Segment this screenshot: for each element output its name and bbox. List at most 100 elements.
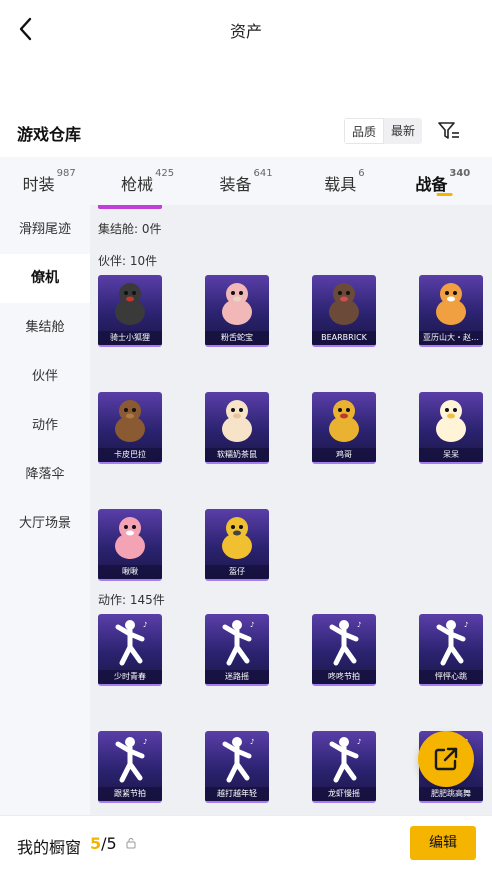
item-name: BEARBRICK	[312, 331, 376, 345]
item-name: 亚历山大・赵…	[419, 331, 483, 345]
pink-snake-icon	[205, 275, 269, 331]
item-card[interactable]: ♪ 少时青春	[98, 614, 162, 686]
item-name: 啾啾	[98, 565, 162, 579]
edit-button[interactable]: 编辑	[410, 826, 476, 860]
item-name: 迷路摇	[205, 670, 269, 684]
svg-text:♪: ♪	[250, 738, 254, 746]
item-card[interactable]: 呆呆	[419, 392, 483, 464]
sidebar-item-wingman[interactable]: 僚机	[0, 254, 90, 303]
lock-icon	[126, 838, 136, 849]
group-label-pod: 集结舱: 0件	[98, 222, 162, 236]
tab-label: 载具	[324, 175, 357, 194]
dance-pose-icon: ♪	[419, 614, 483, 670]
item-card[interactable]: 盔仔	[205, 509, 269, 581]
hamster-icon	[205, 392, 269, 448]
tab-count: 425	[155, 168, 175, 179]
dance-pose-icon: ♪	[98, 731, 162, 787]
active-tab-indicator	[436, 193, 453, 196]
sort-latest-button[interactable]: 最新	[384, 118, 422, 144]
item-card[interactable]: 粉舌蛇宝	[205, 275, 269, 347]
item-name: 龙虾慢摇	[312, 787, 376, 801]
item-name: 盔仔	[205, 565, 269, 579]
external-share-icon	[434, 747, 458, 771]
sidebar-item-action[interactable]: 动作	[0, 401, 90, 450]
item-name: 少时青春	[98, 670, 162, 684]
tab-vehicles[interactable]: 载具6	[295, 157, 393, 205]
item-card[interactable]: ♪ 迷路摇	[205, 614, 269, 686]
tab-count: 641	[253, 168, 273, 179]
item-card[interactable]: BEARBRICK	[312, 275, 376, 347]
item-card[interactable]: 卡皮巴拉	[98, 392, 162, 464]
sort-toggle: 品质 最新	[344, 118, 423, 144]
tab-count: 6	[358, 168, 365, 179]
previous-card-edge	[98, 205, 162, 209]
tab-fashion[interactable]: 时装987	[0, 157, 98, 205]
tab-label: 装备	[219, 175, 252, 194]
dance-pose-icon: ♪	[98, 614, 162, 670]
share-button[interactable]	[418, 731, 474, 787]
tiger-icon	[419, 275, 483, 331]
tab-label: 枪械	[121, 175, 154, 194]
showcase-current: 5	[90, 834, 102, 853]
tab-equipment[interactable]: 装备641	[197, 157, 295, 205]
item-card[interactable]: 亚历山大・赵…	[419, 275, 483, 347]
sidebar-item-parachute[interactable]: 降落伞	[0, 450, 90, 499]
item-name: 跟紧节拍	[98, 787, 162, 801]
item-card[interactable]: ♪ 怦怦心跳	[419, 614, 483, 686]
helmet-duck-icon	[205, 509, 269, 565]
item-name: 粉舌蛇宝	[205, 331, 269, 345]
bearbrick-icon	[312, 275, 376, 331]
bottom-bar: 我的橱窗 5/5 编辑	[0, 815, 492, 871]
sidebar-item-glide-trail[interactable]: 滑翔尾迹	[0, 205, 90, 254]
sidebar-item-partner[interactable]: 伙伴	[0, 352, 90, 401]
svg-text:♪: ♪	[143, 621, 147, 629]
showcase-total: 5	[106, 834, 117, 853]
chick-icon	[419, 392, 483, 448]
dance-pose-icon: ♪	[312, 731, 376, 787]
item-name: 呆呆	[419, 448, 483, 462]
dance-pose-icon: ♪	[312, 614, 376, 670]
group-label-partners: 伙伴: 10件	[98, 254, 158, 268]
tab-count: 340	[449, 168, 471, 179]
top-bar: 资产	[0, 0, 492, 58]
item-card[interactable]: ♪ 龙虾慢摇	[312, 731, 376, 803]
tab-readiness[interactable]: 战备340	[394, 157, 492, 205]
item-card[interactable]: ♪ 越打越年轻	[205, 731, 269, 803]
group-label-actions: 动作: 145件	[98, 593, 165, 607]
svg-text:♪: ♪	[250, 621, 254, 629]
dance-pose-icon: ♪	[205, 731, 269, 787]
item-card[interactable]: 骑士小狐狸	[98, 275, 162, 347]
item-name: 卡皮巴拉	[98, 448, 162, 462]
item-card[interactable]: ♪ 咚咚节拍	[312, 614, 376, 686]
showcase-count: 5/5	[90, 834, 117, 853]
item-card[interactable]: 啾啾	[98, 509, 162, 581]
warehouse-title: 游戏仓库	[17, 125, 82, 144]
tab-count: 987	[56, 168, 76, 179]
rooster-icon	[312, 392, 376, 448]
item-name: 软糯奶茶鼠	[205, 448, 269, 462]
pink-creature-icon	[98, 509, 162, 565]
svg-text:♪: ♪	[357, 738, 361, 746]
filter-button[interactable]	[436, 118, 462, 144]
tab-label: 战备	[415, 175, 448, 194]
item-name: 肥肥跳高舞	[419, 787, 483, 801]
svg-text:♪: ♪	[357, 621, 361, 629]
page-title: 资产	[229, 22, 262, 41]
category-tabs: 时装987 枪械425 装备641 载具6 战备340	[0, 157, 492, 205]
item-grid-area[interactable]: 集结舱: 0件 伙伴: 10件 骑士小狐狸 粉舌蛇宝 BEARBRICK 亚历山大・赵…	[90, 205, 492, 815]
item-name: 越打越年轻	[205, 787, 269, 801]
item-card[interactable]: 软糯奶茶鼠	[205, 392, 269, 464]
tab-label: 时装	[22, 175, 55, 194]
filter-icon	[438, 122, 459, 139]
capybara-icon	[98, 392, 162, 448]
showcase-label: 我的橱窗	[17, 838, 82, 857]
sidebar-item-lobby-scene[interactable]: 大厅场景	[0, 499, 90, 548]
item-card[interactable]: 鸡哥	[312, 392, 376, 464]
fox-knight-icon	[98, 275, 162, 331]
sidebar: 滑翔尾迹 僚机 集结舱 伙伴 动作 降落伞 大厅场景	[0, 205, 90, 815]
item-card[interactable]: ♪ 跟紧节拍	[98, 731, 162, 803]
sort-quality-button[interactable]: 品质	[344, 118, 385, 144]
sidebar-item-pod[interactable]: 集结舱	[0, 303, 90, 352]
item-name: 怦怦心跳	[419, 670, 483, 684]
tab-guns[interactable]: 枪械425	[98, 157, 196, 205]
